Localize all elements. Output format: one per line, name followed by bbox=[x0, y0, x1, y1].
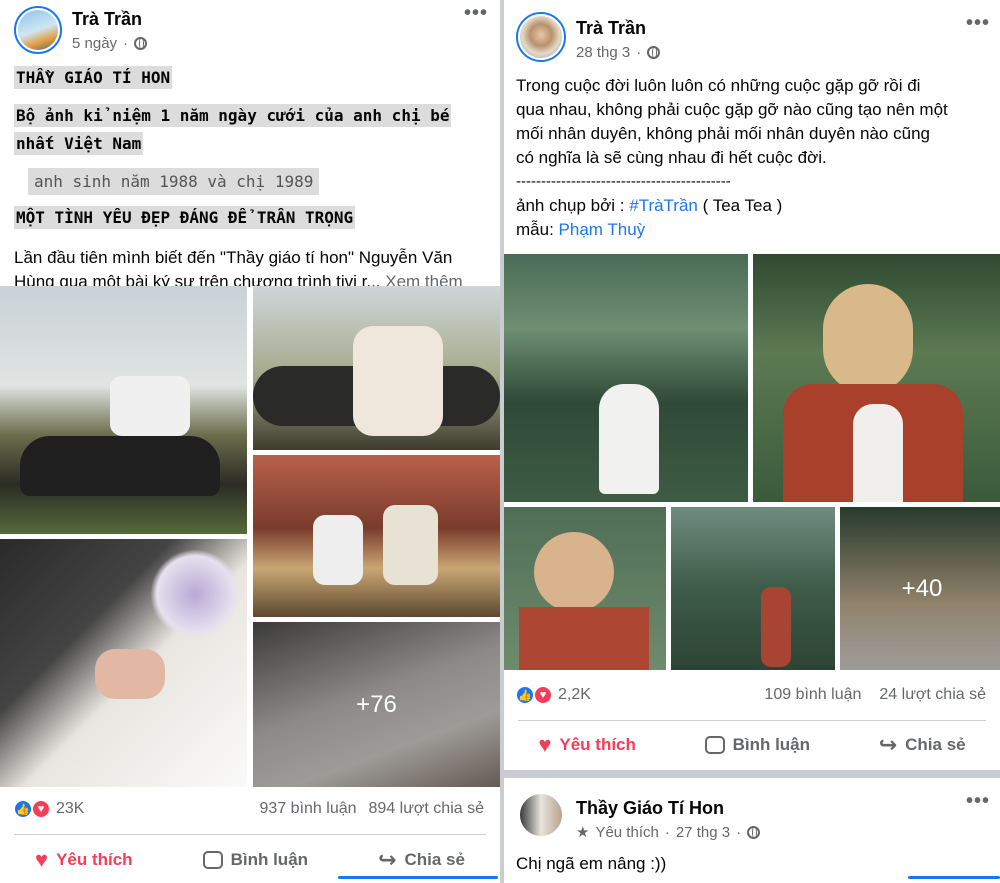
more-options-icon[interactable]: ••• bbox=[966, 12, 990, 35]
text-line: có nghĩa là sẽ cùng nhau đi hết cuộc đời… bbox=[516, 148, 827, 167]
love-label: Yêu thích bbox=[56, 850, 133, 869]
post-header: Trà Trần 5 ngày · ••• bbox=[0, 0, 500, 58]
post-time[interactable]: 5 ngày bbox=[72, 35, 117, 52]
text-line: nhất Việt Nam bbox=[14, 132, 144, 155]
scroll-indicator bbox=[338, 876, 498, 879]
avatar[interactable] bbox=[516, 12, 566, 62]
photo[interactable] bbox=[0, 286, 247, 534]
comment-button[interactable]: Bình luận bbox=[704, 735, 811, 755]
post-text: Chị ngã em nâng :)) bbox=[516, 854, 667, 873]
share-button[interactable]: ↪ Chia sẻ bbox=[378, 847, 465, 873]
post-stats: 👍 ♥ 2,2K 109 bình luận 24 lượt chia sẻ bbox=[504, 686, 1000, 710]
share-count[interactable]: 24 lượt chia sẻ bbox=[879, 686, 986, 704]
reactions[interactable]: 👍 ♥ 23K bbox=[14, 800, 84, 818]
more-options-icon[interactable]: ••• bbox=[464, 2, 488, 25]
heart-icon: ♥ bbox=[538, 732, 552, 757]
headline: THẦY GIÁO TÍ HON bbox=[14, 66, 173, 89]
post-meta: 5 ngày · bbox=[72, 35, 148, 52]
body-text: Lần đầu tiên mình biết đến "Thầy giáo tí… bbox=[14, 248, 453, 267]
comment-icon bbox=[704, 736, 725, 754]
photo[interactable] bbox=[753, 254, 1000, 502]
love-label: Yêu thích bbox=[559, 735, 636, 754]
right-post: Trà Trần 28 thg 3 · ••• Trong cuộc đời lu… bbox=[500, 0, 1000, 883]
avatar[interactable] bbox=[516, 790, 566, 840]
globe-icon bbox=[747, 825, 761, 839]
share-button[interactable]: ↪ Chia sẻ bbox=[879, 732, 966, 758]
hashtag-link[interactable]: #TràTrần bbox=[629, 196, 698, 215]
separator-line: ----------------------------------------… bbox=[516, 173, 731, 190]
author-name[interactable]: Trà Trần bbox=[72, 9, 142, 30]
photo[interactable] bbox=[253, 455, 500, 617]
globe-icon bbox=[647, 46, 661, 59]
credit-prefix: ảnh chụp bởi : bbox=[516, 196, 625, 215]
share-count[interactable]: 894 lượt chia sẻ bbox=[369, 800, 484, 818]
post-meta: ★ Yêu thích · 27 thg 3 · bbox=[576, 823, 761, 841]
left-post: Trà Trần 5 ngày · ••• THẦY GIÁO TÍ HON Bộ… bbox=[0, 0, 500, 883]
photo[interactable]: +40 bbox=[840, 507, 1000, 670]
comment-label: Bình luận bbox=[732, 735, 811, 754]
post-time[interactable]: 28 thg 3 bbox=[576, 44, 630, 61]
love-button[interactable]: ♥ Yêu thích bbox=[538, 732, 636, 758]
share-label: Chia sẻ bbox=[905, 735, 966, 754]
scroll-indicator bbox=[908, 876, 1000, 879]
share-icon: ↪ bbox=[878, 732, 898, 757]
reaction-label: Yêu thích bbox=[595, 823, 659, 841]
comment-label: Bình luận bbox=[230, 850, 309, 869]
action-bar: ♥ Yêu thích Bình luận ↪ Chia sẻ bbox=[504, 722, 1000, 768]
photo[interactable] bbox=[504, 254, 748, 502]
divider bbox=[14, 834, 486, 835]
share-label: Chia sẻ bbox=[404, 850, 465, 869]
like-reaction-icon: 👍 bbox=[14, 800, 32, 818]
reaction-count: 23K bbox=[56, 800, 85, 817]
avatar[interactable] bbox=[14, 6, 62, 54]
love-reaction-icon: ♥ bbox=[534, 686, 552, 704]
heart-icon: ♥ bbox=[35, 847, 49, 872]
love-reaction-icon: ♥ bbox=[32, 800, 50, 818]
model-prefix: mẫu: bbox=[516, 220, 554, 239]
post-text: THẦY GIÁO TÍ HON Bộ ảnh kỉ niệm 1 năm ng… bbox=[14, 62, 494, 294]
model-line: mẫu: Phạm Thuỳ bbox=[516, 218, 996, 242]
model-link[interactable]: Phạm Thuỳ bbox=[559, 220, 646, 239]
author-name[interactable]: Thầy Giáo Tí Hon bbox=[576, 798, 724, 819]
post-meta: 28 thg 3 · bbox=[576, 44, 661, 61]
photo[interactable] bbox=[253, 286, 500, 450]
comment-count[interactable]: 937 bình luận bbox=[260, 800, 357, 818]
author-name[interactable]: Trà Trần bbox=[576, 18, 646, 39]
text-line: qua nhau, không phải cuộc gặp gỡ nào cũn… bbox=[516, 100, 948, 119]
like-reaction-icon: 👍 bbox=[516, 686, 534, 704]
love-button[interactable]: ♥ Yêu thích bbox=[35, 847, 133, 873]
divider bbox=[518, 720, 986, 721]
photo[interactable]: +76 bbox=[253, 622, 500, 787]
post-time[interactable]: 27 thg 3 bbox=[676, 824, 730, 841]
post-separator bbox=[504, 770, 1000, 778]
subheadline: MỘT TÌNH YÊU ĐẸP ĐÁNG ĐỂ TRÂN TRỌNG bbox=[14, 206, 356, 229]
star-icon: ★ bbox=[576, 824, 590, 841]
post-stats: 👍 ♥ 23K 937 bình luận 894 lượt chia sẻ bbox=[0, 800, 500, 824]
photo[interactable] bbox=[504, 507, 666, 670]
comment-count[interactable]: 109 bình luận bbox=[764, 686, 861, 704]
share-icon: ↪ bbox=[378, 847, 397, 872]
more-options-icon[interactable]: ••• bbox=[966, 790, 990, 813]
text-line: Trong cuộc đời luôn luôn có những cuộc g… bbox=[516, 76, 921, 95]
comment-icon bbox=[202, 851, 223, 869]
credit-suffix: ( Tea Tea ) bbox=[702, 196, 783, 215]
more-photos-overlay[interactable]: +76 bbox=[253, 622, 500, 787]
reactions[interactable]: 👍 ♥ 2,2K bbox=[516, 686, 591, 704]
globe-icon bbox=[134, 37, 148, 50]
post-header: Trà Trần 28 thg 3 · ••• bbox=[504, 0, 1000, 62]
credit-line: ảnh chụp bởi : #TràTrần ( Tea Tea ) bbox=[516, 194, 996, 218]
text-line: anh sinh năm 1988 và chị 1989 bbox=[28, 168, 320, 195]
reaction-count: 2,2K bbox=[558, 686, 591, 703]
photo[interactable] bbox=[0, 539, 247, 787]
text-line: Bộ ảnh kỉ niệm 1 năm ngày cưới của anh c… bbox=[14, 104, 452, 127]
photo[interactable] bbox=[671, 507, 835, 670]
post-text: Trong cuộc đời luôn luôn có những cuộc g… bbox=[516, 74, 996, 242]
comment-button[interactable]: Bình luận bbox=[202, 850, 309, 870]
text-line: mối nhân duyên, không phải mối nhân duyê… bbox=[516, 124, 930, 143]
more-photos-overlay[interactable]: +40 bbox=[840, 507, 1000, 670]
